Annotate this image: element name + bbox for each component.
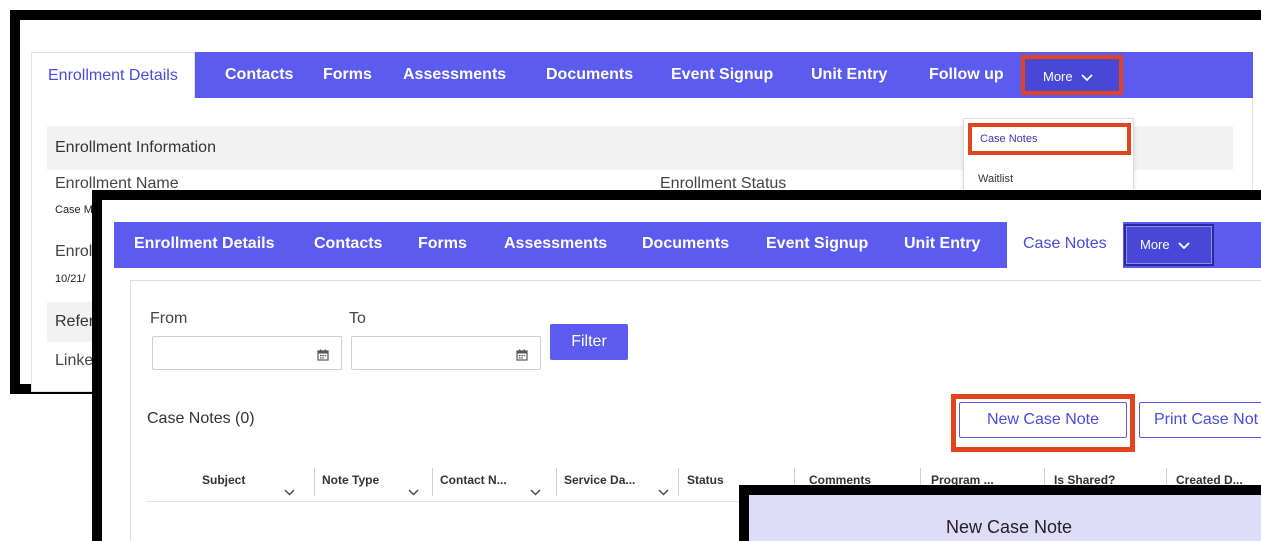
section-title: Enrollment Information xyxy=(55,139,216,156)
column-label: Service Da... xyxy=(564,473,636,487)
column-separator xyxy=(556,468,557,496)
more-button[interactable]: More xyxy=(1124,224,1214,266)
column-status[interactable]: Status xyxy=(687,464,786,496)
linked-label: Linke xyxy=(55,352,94,369)
calendar-icon[interactable] xyxy=(317,348,329,366)
from-date-input[interactable] xyxy=(152,336,342,370)
more-label: More xyxy=(1043,69,1073,84)
filter-button[interactable]: Filter xyxy=(550,324,628,360)
column-service-date[interactable]: Service Da... xyxy=(564,464,669,496)
tab-forms[interactable]: Forms xyxy=(323,52,372,98)
from-label: From xyxy=(150,310,188,327)
enrollment-name-value: Case M xyxy=(55,204,93,216)
column-label: Contact N... xyxy=(440,473,507,487)
print-case-notes-button[interactable]: Print Case Not xyxy=(1139,402,1261,438)
chevron-down-icon xyxy=(1080,73,1093,82)
chevron-down-icon[interactable] xyxy=(408,476,419,508)
new-case-note-modal: New Case Note xyxy=(739,485,1261,541)
more-label: More xyxy=(1140,237,1170,252)
referral-label: Refer xyxy=(55,313,95,330)
column-separator xyxy=(314,468,315,496)
column-contact-name[interactable]: Contact N... xyxy=(440,464,541,496)
to-date-input[interactable] xyxy=(351,336,541,370)
tab-documents[interactable]: Documents xyxy=(642,222,729,268)
column-separator xyxy=(678,468,679,496)
column-label: Status xyxy=(687,473,724,487)
tab-enrollment-details[interactable]: Enrollment Details xyxy=(134,222,274,268)
tab-unit-entry[interactable]: Unit Entry xyxy=(904,222,980,268)
menu-item-case-notes[interactable]: Case Notes xyxy=(968,123,1131,155)
chevron-down-icon[interactable] xyxy=(658,476,669,508)
tab-enrollment-details[interactable]: Enrollment Details xyxy=(31,52,195,99)
tab-documents[interactable]: Documents xyxy=(546,52,633,98)
modal-title: New Case Note xyxy=(945,517,1073,537)
chevron-down-icon xyxy=(1177,241,1190,250)
tab-unit-entry[interactable]: Unit Entry xyxy=(811,52,887,98)
case-notes-count-title: Case Notes (0) xyxy=(147,410,255,427)
tab-bar-front: Enrollment Details Contacts Forms Assess… xyxy=(114,222,1261,269)
enrollment-date-label: Enrol xyxy=(55,243,93,260)
tab-contacts[interactable]: Contacts xyxy=(314,222,382,268)
column-label: Subject xyxy=(202,473,246,487)
chevron-down-icon[interactable] xyxy=(530,476,541,508)
more-button[interactable]: More xyxy=(1021,55,1123,95)
enrollment-date-value: 10/21/ xyxy=(55,273,86,285)
column-label: Note Type xyxy=(322,473,380,487)
tab-forms[interactable]: Forms xyxy=(418,222,467,268)
tab-assessments[interactable]: Assessments xyxy=(403,52,506,98)
tab-assessments[interactable]: Assessments xyxy=(504,222,607,268)
tab-event-signup[interactable]: Event Signup xyxy=(766,222,868,268)
tab-event-signup[interactable]: Event Signup xyxy=(671,52,773,98)
tab-contacts[interactable]: Contacts xyxy=(225,52,293,98)
new-case-note-button[interactable]: New Case Note xyxy=(959,402,1127,438)
menu-item-waitlist[interactable]: Waitlist xyxy=(978,173,1013,185)
to-label: To xyxy=(349,310,366,327)
modal-header: New Case Note xyxy=(749,495,1261,541)
chevron-down-icon[interactable] xyxy=(284,476,295,508)
column-note-type[interactable]: Note Type xyxy=(322,464,419,496)
column-subject[interactable]: Subject xyxy=(202,464,295,496)
column-separator xyxy=(432,468,433,496)
tab-follow-up[interactable]: Follow up xyxy=(929,52,1004,98)
tab-case-notes[interactable]: Case Notes xyxy=(1007,222,1123,269)
tab-bar: Enrollment Details Contacts Forms Assess… xyxy=(31,52,1253,99)
calendar-icon[interactable] xyxy=(516,348,528,366)
